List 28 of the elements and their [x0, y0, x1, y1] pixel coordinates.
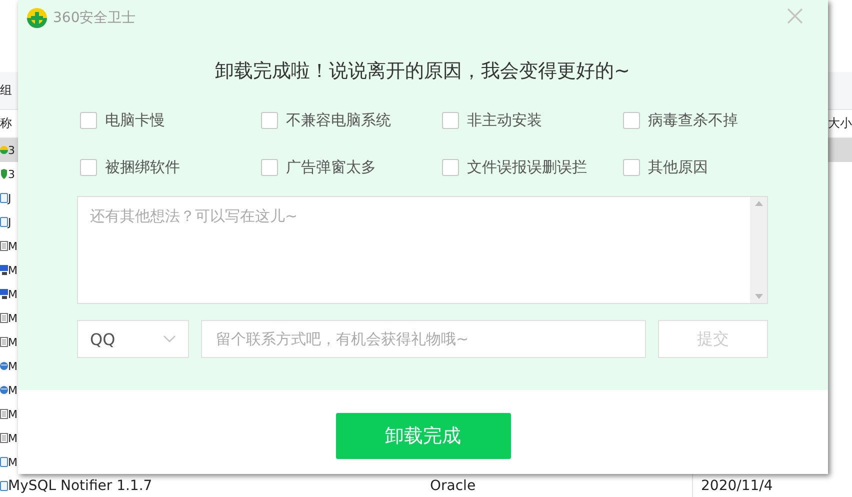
program-name: M: [8, 264, 18, 276]
dialog-heading: 卸载完成啦！说说离开的原因，我会变得更好的~: [214, 59, 631, 84]
reason-label: 病毒查杀不掉: [648, 111, 738, 130]
program-name: M: [8, 360, 18, 372]
reason-label: 被捆绑软件: [105, 158, 180, 177]
program-name: 3: [8, 144, 15, 156]
program-name: 3: [8, 168, 15, 180]
program-name: M: [8, 384, 18, 396]
program-name: J: [8, 192, 12, 204]
window-title: 360安全卫士: [53, 9, 136, 27]
program-name: M: [8, 240, 18, 252]
program-name: M: [8, 336, 18, 348]
install-date: 2020/11/4: [700, 478, 774, 494]
toolbar-text: 组: [0, 82, 12, 99]
program-name: M: [8, 408, 18, 420]
reason-label: 其他原因: [648, 158, 708, 177]
program-name: M: [8, 288, 18, 300]
reason-label: 广告弹窗太多: [286, 158, 376, 177]
program-name: M: [8, 312, 18, 324]
reason-label: 文件误报误删误拦: [467, 158, 587, 177]
reason-label: 非主动安装: [467, 111, 542, 130]
reason-label: 电脑卡慢: [105, 111, 165, 130]
reason-label: 不兼容电脑系统: [286, 111, 391, 130]
program-name: M: [8, 456, 18, 468]
program-name: MySQL Notifier 1.1.7: [8, 478, 152, 494]
program-publisher: Oracle: [430, 478, 477, 494]
program-name: J: [8, 216, 12, 228]
program-name: M: [8, 432, 18, 444]
